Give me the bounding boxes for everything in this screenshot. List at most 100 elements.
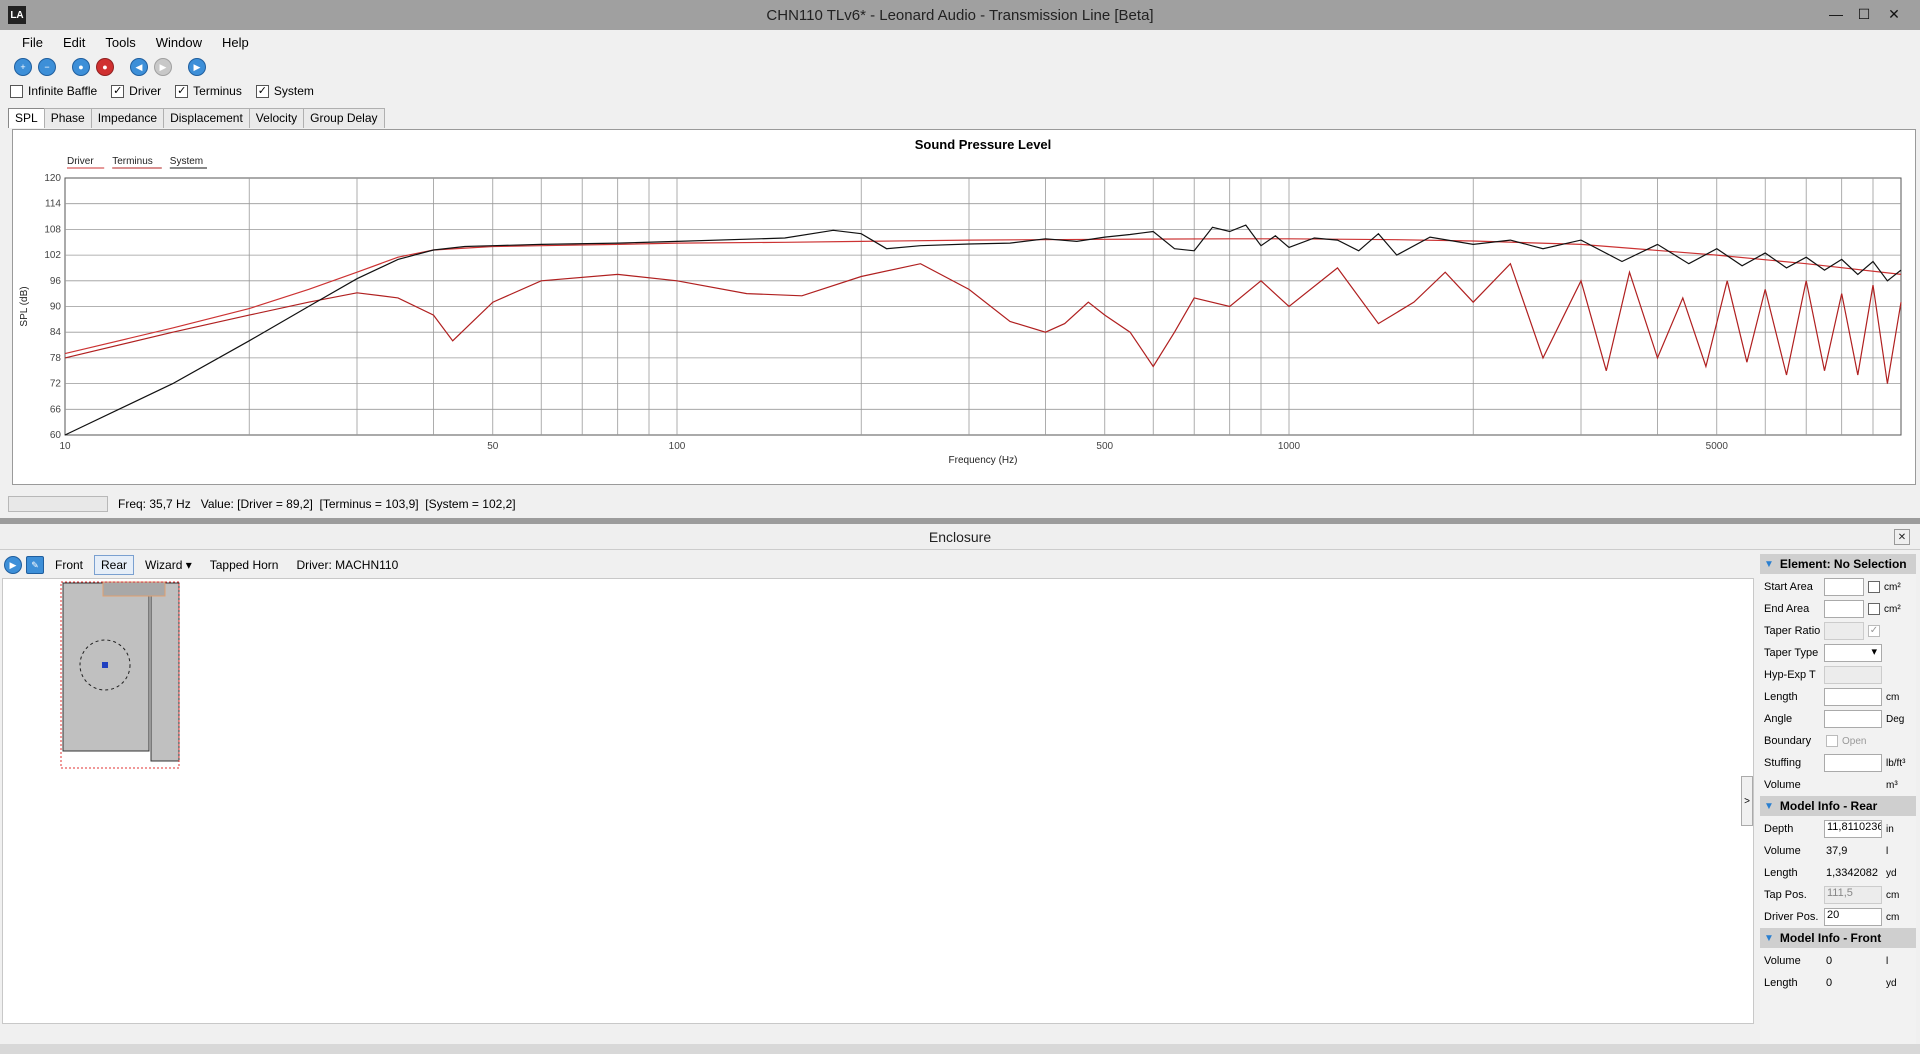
menu-help[interactable]: Help [212,35,259,50]
tab-displacement[interactable]: Displacement [163,108,250,128]
window-title: CHN110 TLv6* - Leonard Audio - Transmiss… [766,6,1154,24]
prop-unit: in [1886,823,1894,835]
prop-input[interactable] [1824,666,1882,684]
prop-value: 37,9 [1826,845,1848,857]
front-button[interactable]: Front [48,555,90,575]
prop-input[interactable] [1824,710,1882,728]
prop-input[interactable]: 11,8110236 [1824,820,1882,838]
rear-section-header[interactable]: ▼ Model Info - Rear [1760,796,1916,816]
tab-phase[interactable]: Phase [43,108,92,128]
prop-input[interactable] [1824,754,1882,772]
series-line-terminus [64,262,1902,384]
checkbox-system[interactable]: ✓ System [255,84,314,98]
checkbox-label: Terminus [193,84,242,98]
enclosure-close-button[interactable]: ✕ [1894,529,1910,545]
tab-spl[interactable]: SPL [8,108,45,128]
prop-input[interactable] [1824,600,1864,618]
enclosure-canvas[interactable] [2,578,1754,1024]
tab-group-delay[interactable]: Group Delay [303,108,385,128]
prop-unit: yd [1886,977,1897,989]
area-checkbox[interactable] [1868,603,1880,615]
checkbox-driver[interactable]: ✓ Driver [111,84,161,98]
y-axis-label: SPL (dB) [19,286,30,326]
prop-row: Boundary Open [1760,730,1916,752]
prop-label: Volume [1764,955,1801,967]
mouth-section[interactable] [102,581,166,597]
front-section-header[interactable]: ▼ Model Info - Front [1760,928,1916,948]
play-icon[interactable]: ▶ [188,58,206,76]
enclosure-header: Enclosure ✕ [0,524,1920,550]
prop-unit: Open [1842,735,1867,747]
chart-tabs: SPL Phase Impedance Displacement Velocit… [8,108,385,128]
spl-chart[interactable]: 60 66 72 78 84 90 96 102 108 114 120 10 50 100 500 1000… [13,130,1915,484]
x-tick-label: 1000 [1278,441,1301,452]
taper-ratio-checkbox[interactable]: ✓ [1868,625,1880,637]
rear-section-title: Model Info - Rear [1779,799,1878,813]
wizard-dropdown[interactable]: Wizard ▾ [138,555,199,575]
prop-input[interactable] [1824,688,1882,706]
menu-edit[interactable]: Edit [53,35,95,50]
zoom-in-icon[interactable]: + [14,58,32,76]
prop-input[interactable]: 111,5 [1824,886,1882,904]
spl-chart-panel[interactable]: 60 66 72 78 84 90 96 102 108 114 120 10 50 100 500 1000… [12,129,1916,485]
prop-row: Tap Pos. 111,5 cm [1760,884,1916,906]
forward-icon[interactable]: ▶ [154,58,172,76]
checkbox-infinite-baffle[interactable]: Infinite Baffle [10,84,97,98]
menu-window[interactable]: Window [146,35,212,50]
checkbox-label: Infinite Baffle [28,84,98,98]
x-tick-label: 50 [487,441,499,452]
checkbox-box[interactable]: ✓ [111,84,125,98]
menu-file[interactable]: File [12,35,53,50]
prop-label: Length [1764,867,1798,879]
collapse-icon: ▼ [1764,558,1774,570]
area-checkbox[interactable] [1868,581,1880,593]
properties-toggle-button[interactable]: > [1741,776,1753,826]
title-bar: LA CHN110 TLv6* - Leonard Audio - Transm… [0,0,1920,30]
record-icon[interactable]: ● [72,58,90,76]
stop-icon[interactable]: ● [96,58,114,76]
checkbox-box[interactable]: ✓ [255,84,269,98]
prop-unit: yd [1886,867,1897,879]
y-tick-label: 90 [50,302,62,313]
bottom-status-bar [0,1044,1920,1054]
prop-unit: cm² [1884,581,1901,593]
prop-input[interactable] [1824,622,1864,640]
minimize-button[interactable]: — [1822,3,1850,25]
checkbox-box[interactable] [10,84,23,98]
wrench-icon[interactable]: ✎ [26,556,44,574]
zoom-out-icon[interactable]: − [38,58,56,76]
checkbox-terminus[interactable]: ✓ Terminus [175,84,242,98]
y-tick-label: 66 [50,404,62,415]
prop-input[interactable] [1824,578,1864,596]
rear-button[interactable]: Rear [94,555,135,575]
prop-label: End Area [1764,603,1810,615]
y-tick-label: 60 [50,430,62,441]
tab-impedance[interactable]: Impedance [90,108,165,128]
element-section-header[interactable]: ▼ Element: No Selection [1760,554,1916,574]
prop-label: Driver Pos. [1764,911,1819,923]
boundary-checkbox[interactable] [1826,735,1838,747]
y-tick-label: 96 [50,276,62,287]
close-button[interactable]: ✕ [1880,3,1908,25]
prop-input[interactable]: 20 [1824,908,1882,926]
menu-tools[interactable]: Tools [95,35,145,50]
checkbox-box[interactable]: ✓ [175,84,189,98]
x-tick-label: 5000 [1706,441,1729,452]
y-tick-label: 72 [50,379,62,390]
run-icon[interactable]: ▶ [4,556,22,574]
tapped-horn-label: Tapped Horn [209,558,279,572]
prop-row: Length 0 yd [1760,972,1916,994]
series-checkboxes: Infinite Baffle ✓ Driver ✓ Terminus ✓ Syste… [10,82,314,100]
prop-label: Start Area [1764,581,1813,593]
tab-velocity[interactable]: Velocity [248,108,305,128]
horn-channel[interactable] [150,582,180,762]
prop-label: Angle [1764,713,1793,725]
enclosure-drawing[interactable] [59,579,259,779]
back-icon[interactable]: ◀ [130,58,148,76]
prop-label: Depth [1764,823,1794,835]
prop-row: Taper Type ▾ [1760,642,1916,664]
y-tick-label: 114 [45,199,61,210]
taper-type-select[interactable]: ▾ [1824,644,1882,662]
prop-unit: Deg [1886,713,1905,725]
maximize-button[interactable]: ☐ [1850,3,1878,25]
